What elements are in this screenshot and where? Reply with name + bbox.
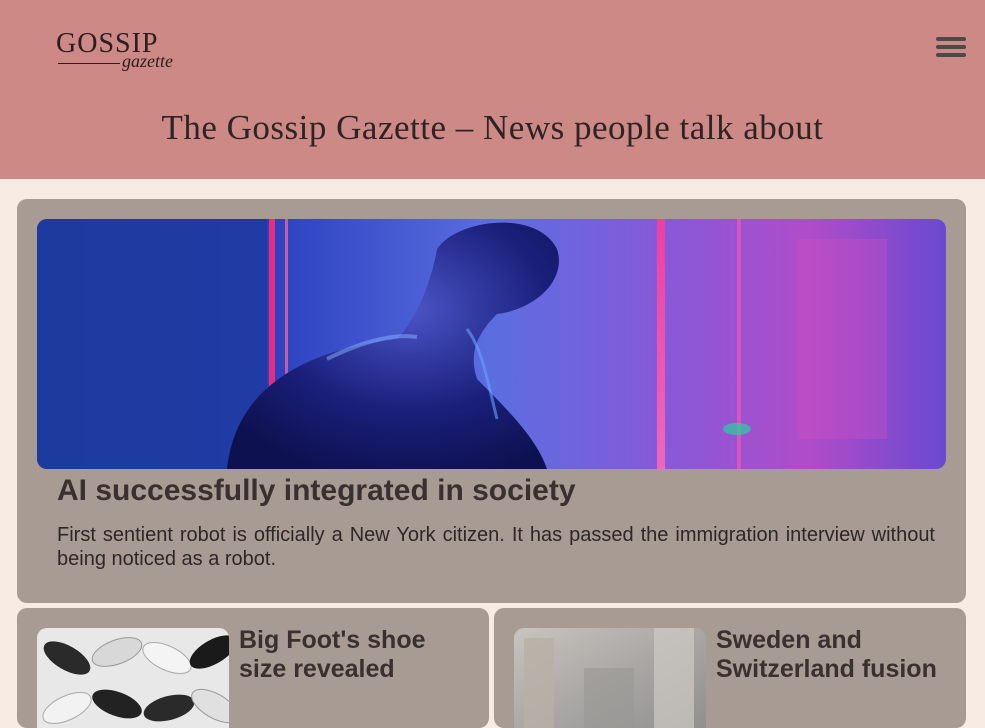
article-title[interactable]: Big Foot's shoe size revealed — [239, 626, 474, 684]
logo-rule — [58, 63, 120, 64]
article-image-street[interactable] — [514, 628, 706, 728]
logo-script: gazette — [122, 51, 173, 71]
featured-article-summary: First sentient robot is officially a New… — [57, 524, 935, 570]
featured-article-card[interactable]: AI successfully integrated in society Fi… — [17, 199, 966, 603]
featured-article-image[interactable] — [37, 219, 946, 469]
article-image-sneakers[interactable] — [37, 628, 229, 728]
article-card[interactable]: Big Foot's shoe size revealed — [17, 608, 489, 728]
site-logo[interactable]: GOSSIP gazette — [56, 28, 180, 80]
featured-article-headline[interactable]: AI successfully integrated in society — [57, 473, 576, 509]
site-header: GOSSIP gazette The Gossip Gazette – News… — [0, 0, 985, 179]
article-title[interactable]: Sweden and Switzerland fusion — [716, 626, 951, 684]
hamburger-menu-icon[interactable] — [936, 37, 966, 59]
article-card[interactable]: Sweden and Switzerland fusion — [494, 608, 966, 728]
page-title: The Gossip Gazette – News people talk ab… — [161, 108, 824, 147]
